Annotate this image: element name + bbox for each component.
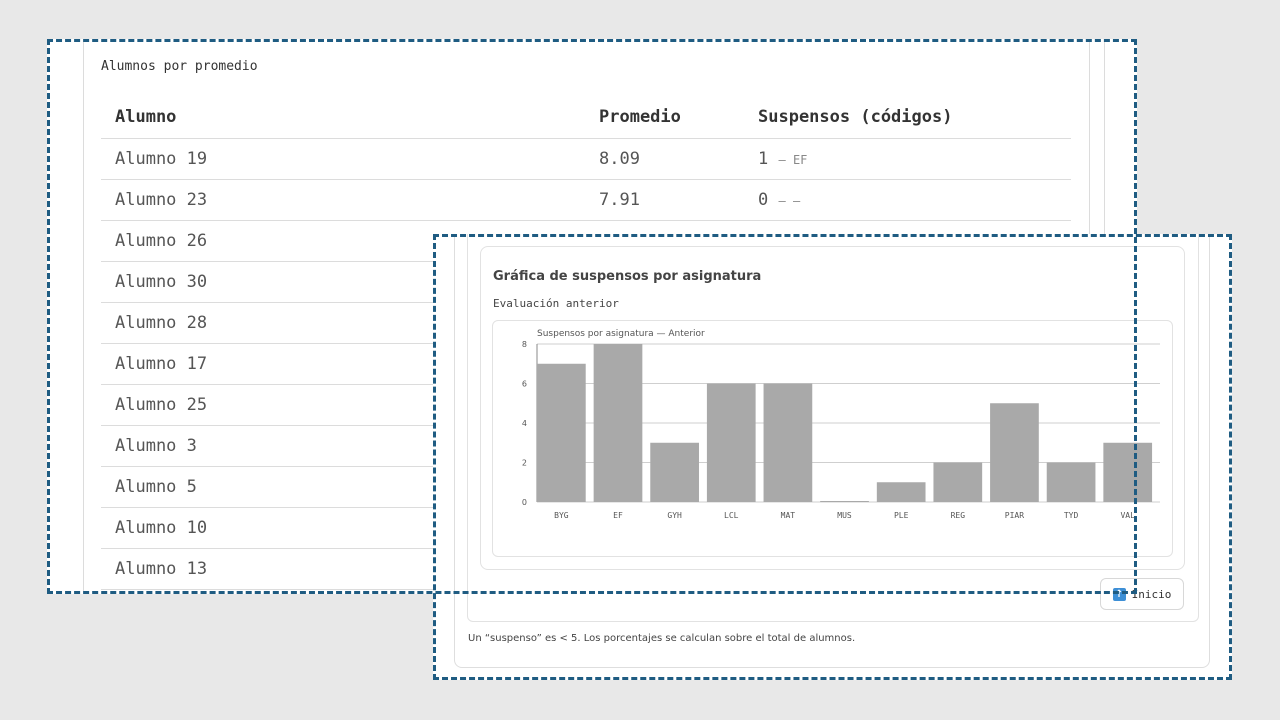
bar-gyh (650, 442, 699, 502)
student-fails: 1 – EF (744, 138, 1071, 180)
x-tick-label: TYD (1064, 511, 1079, 520)
x-tick-label: MAT (781, 511, 796, 520)
x-tick-label: GYH (667, 511, 682, 520)
y-tick-label: 2 (522, 459, 527, 468)
bar-lcl (706, 383, 756, 502)
student-average: 8.09 (585, 138, 744, 180)
header-alumno[interactable]: Alumno (101, 96, 585, 139)
bar-reg (933, 462, 983, 502)
table-header-row: Alumno Promedio Suspensos (códigos) (101, 96, 1071, 139)
footnote: Un “suspenso” es < 5. Los porcentajes se… (468, 633, 856, 644)
fail-codes: – – (778, 194, 801, 208)
student-fails: 0 – – (744, 179, 1071, 221)
bar-mus (820, 501, 869, 502)
bar-ple (876, 482, 926, 502)
bar-byg (537, 363, 586, 502)
x-tick-label: BYG (554, 511, 569, 520)
header-suspensos[interactable]: Suspensos (códigos) (744, 96, 1071, 139)
bar-mat (763, 383, 813, 502)
student-name: Alumno 23 (101, 179, 585, 221)
bar-tyd (1046, 462, 1096, 502)
y-tick-label: 0 (522, 498, 527, 507)
y-tick-label: 8 (522, 340, 527, 349)
x-tick-label: REG (951, 511, 966, 520)
chart-svg: Suspensos por asignatura — Anterior 0 2 4 6 8… (522, 329, 1160, 520)
bar-chart: Suspensos por asignatura — Anterior 0 2 4 6 8… (492, 320, 1173, 557)
y-tick-label: 4 (522, 419, 527, 428)
chart-panel: Gráfica de suspensos por asignatura Eval… (433, 234, 1232, 680)
x-tick-label: PLE (894, 511, 909, 520)
x-tick-label: VAL (1120, 511, 1135, 520)
chart-subheading: Evaluación anterior (493, 297, 619, 310)
student-name: Alumno 19 (101, 138, 585, 180)
table-row: Alumno 19 8.09 1 – EF (101, 138, 1071, 180)
student-average: 7.91 (585, 179, 744, 221)
table-title: Alumnos por promedio (101, 59, 258, 74)
chart-heading: Gráfica de suspensos por asignatura (493, 269, 762, 284)
table-row: Alumno 23 7.91 0 – – (101, 179, 1071, 221)
fail-count: 1 (758, 149, 769, 169)
bar-ef (593, 344, 643, 502)
chart-title: Suspensos por asignatura — Anterior (537, 329, 705, 339)
bar-val (1103, 442, 1153, 502)
inicio-button[interactable]: ↑ Inicio (1100, 578, 1184, 610)
bar-piar (990, 403, 1039, 502)
x-tick-label: MUS (837, 511, 852, 520)
x-tick-label: PIAR (1005, 511, 1024, 520)
header-promedio[interactable]: Promedio (585, 96, 744, 139)
fail-codes: – EF (778, 153, 808, 167)
inicio-label: Inicio (1131, 587, 1172, 601)
x-tick-label: EF (613, 511, 623, 520)
x-tick-label: LCL (724, 511, 739, 520)
fail-count: 0 (758, 190, 769, 210)
arrow-up-icon: ↑ (1112, 587, 1126, 601)
y-tick-label: 6 (522, 380, 527, 389)
